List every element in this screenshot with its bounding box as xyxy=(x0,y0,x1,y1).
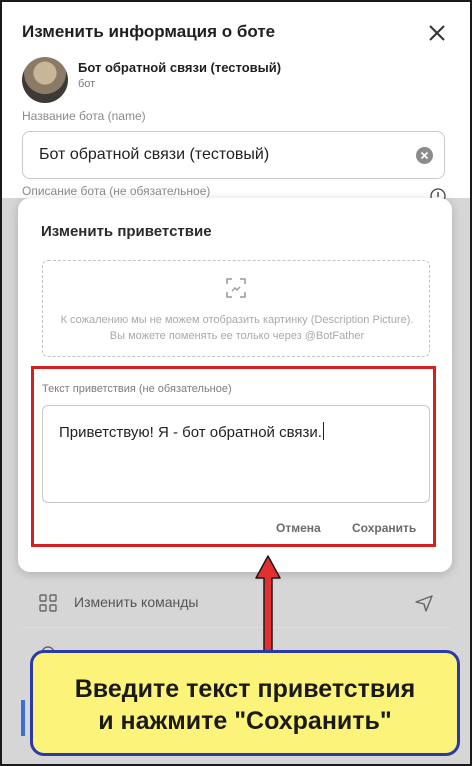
bot-name-input-value: Бот обратной связи (тестовый) xyxy=(39,146,270,163)
panel-title: Изменить информация о боте xyxy=(22,22,276,41)
callout-line-1: Введите текст приветствия xyxy=(74,675,416,703)
greeting-field-label: Текст приветствия (не обязательное) xyxy=(42,383,232,395)
greeting-textarea-value: Приветствую! Я - бот обратной связи. xyxy=(59,422,324,441)
greeting-textarea[interactable]: Приветствую! Я - бот обратной связи. xyxy=(42,405,430,503)
callout-line-2: и нажмите "Сохранить" xyxy=(98,707,392,735)
callout-text: Введите текст приветствия и нажмите "Сох… xyxy=(33,673,457,737)
sidebar-accent xyxy=(21,700,25,736)
save-button[interactable]: Сохранить xyxy=(352,521,416,535)
clear-icon[interactable] xyxy=(416,147,433,164)
list-item-edit-commands[interactable]: Изменить команды xyxy=(22,578,452,628)
bot-name: Бот обратной связи (тестовый) xyxy=(78,60,282,75)
send-icon xyxy=(415,595,433,612)
dialog-title: Изменить приветствие xyxy=(41,223,212,240)
description-field-label: Описание бота (не обязательное) xyxy=(22,184,211,198)
screenshot-frame: Изменить информация о боте Бот обратной … xyxy=(0,0,472,766)
bot-name-input[interactable]: Бот обратной связи (тестовый) xyxy=(22,131,445,179)
bot-type: бот xyxy=(78,78,96,90)
annotation-callout: Введите текст приветствия и нажмите "Сох… xyxy=(30,650,460,756)
broken-image-icon xyxy=(226,278,246,298)
text-caret xyxy=(322,422,324,440)
cancel-button[interactable]: Отмена xyxy=(276,521,321,535)
picture-notice-text: К сожалению мы не можем отобразить карти… xyxy=(60,314,414,342)
edit-greeting-dialog: Изменить приветствие К сожалению мы не м… xyxy=(18,198,452,572)
grid-icon xyxy=(39,594,57,612)
name-field-label: Название бота (name) xyxy=(22,109,146,123)
close-icon xyxy=(429,25,445,41)
bot-avatar xyxy=(22,57,68,103)
description-picture-placeholder: К сожалению мы не можем отобразить карти… xyxy=(42,260,430,357)
list-item-label: Изменить команды xyxy=(74,594,199,610)
annotation-arrow xyxy=(255,555,281,653)
close-button[interactable] xyxy=(424,20,450,46)
